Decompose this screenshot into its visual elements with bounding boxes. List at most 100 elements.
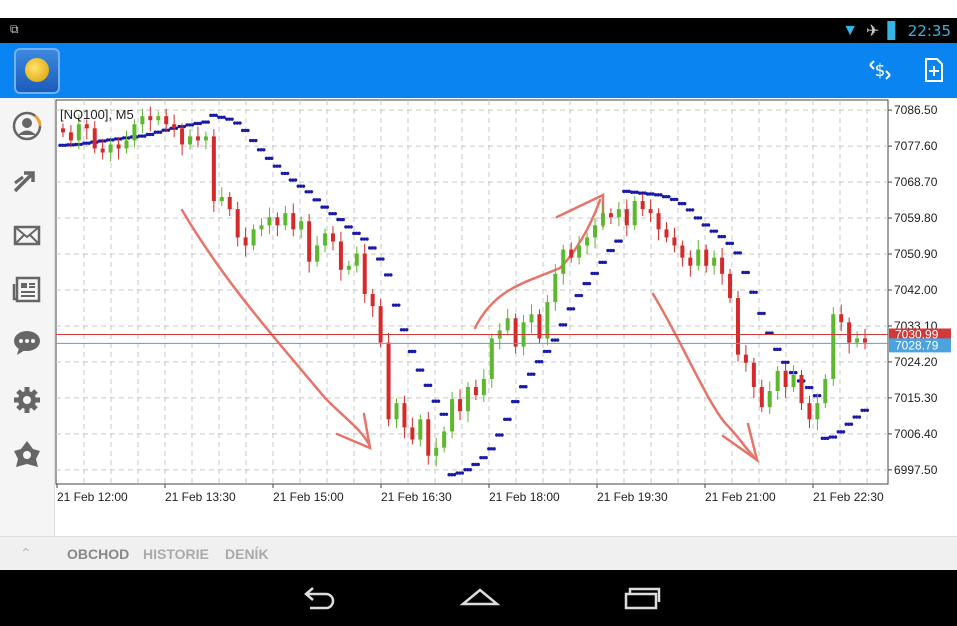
y-tick-label: 7077.60	[894, 139, 938, 153]
candle-body	[569, 249, 574, 258]
candle-body	[450, 399, 455, 432]
metatrader-logo-icon[interactable]	[14, 48, 60, 94]
candle-body	[188, 136, 193, 145]
sar-dot	[293, 178, 298, 182]
candle-body	[307, 221, 312, 262]
sar-dot	[579, 293, 584, 298]
price-axis: 7086.50 7077.60 7068.70 7059.80 7050.90 7042.…	[888, 103, 938, 477]
candle-body	[362, 253, 367, 295]
airplane-icon: ✈	[866, 23, 880, 40]
chevron-up-icon[interactable]: ⌃	[20, 545, 32, 562]
candle-body	[116, 144, 121, 149]
candle-body	[227, 197, 232, 210]
candle-body	[458, 399, 463, 412]
candle-body	[259, 225, 264, 230]
y-tick-label: 7024.20	[894, 355, 938, 369]
mail-icon[interactable]	[11, 219, 43, 251]
sar-dot	[849, 422, 854, 426]
sar-dot	[595, 271, 600, 276]
candle-body	[76, 124, 81, 141]
x-tick-label: 21 Feb 18:00	[489, 490, 560, 504]
sar-dot	[500, 433, 504, 437]
candle-body	[315, 245, 320, 262]
candle-body	[505, 318, 510, 331]
candle-body	[481, 378, 486, 396]
sar-dot	[341, 217, 345, 222]
back-icon[interactable]	[298, 582, 338, 612]
candle-body	[624, 209, 629, 226]
candle-body	[847, 322, 852, 343]
candle-body	[561, 249, 566, 274]
sar-dot	[516, 399, 520, 404]
trade-icon[interactable]	[11, 165, 43, 197]
sar-dot	[278, 164, 282, 168]
sar-dot	[238, 121, 242, 125]
sar-dot	[690, 208, 695, 212]
sar-dot	[730, 241, 735, 246]
candle-body	[775, 370, 780, 392]
sar-dot	[309, 190, 314, 194]
wifi-icon: ▼	[842, 22, 859, 39]
sar-dot	[301, 184, 306, 188]
candle-body	[751, 362, 756, 387]
candle-body	[346, 265, 351, 270]
x-tick-label: 21 Feb 16:30	[381, 490, 452, 504]
sar-dot	[818, 393, 822, 398]
candle-body	[545, 302, 550, 339]
y-tick-label: 7068.70	[894, 175, 938, 189]
chat-icon[interactable]	[11, 327, 43, 359]
price-chart[interactable]: 7086.50 7077.60 7068.70 7059.80 7050.90 7042.…	[55, 98, 957, 536]
new-order-icon[interactable]	[921, 57, 947, 83]
home-icon[interactable]	[459, 582, 501, 612]
candle-body	[180, 128, 185, 145]
settings-icon[interactable]	[11, 384, 43, 416]
tab-denik[interactable]: DENÍK	[225, 546, 269, 562]
sar-dot	[810, 385, 814, 390]
candle-body	[442, 431, 447, 448]
community-icon[interactable]	[11, 438, 43, 470]
tab-historie[interactable]: HISTORIE	[143, 546, 209, 562]
candle-body	[394, 403, 399, 420]
sar-dot	[794, 370, 798, 375]
account-icon[interactable]	[11, 110, 43, 142]
sar-dot	[738, 251, 742, 255]
candle-body	[235, 209, 240, 238]
sar-dot	[492, 447, 496, 451]
sar-dot	[349, 225, 353, 229]
sar-dot	[548, 349, 552, 354]
candle-body	[426, 419, 431, 456]
candle-body	[863, 338, 868, 343]
candle-body	[410, 427, 415, 440]
x-tick-label: 21 Feb 12:00	[57, 490, 128, 504]
x-tick-label: 21 Feb 15:00	[273, 490, 344, 504]
candle-body	[743, 354, 748, 363]
sar-dot	[857, 415, 862, 419]
tab-obchod[interactable]: OBCHOD	[67, 546, 129, 562]
candle-body	[140, 116, 145, 125]
sar-dot	[444, 412, 449, 416]
candle-body	[807, 403, 812, 420]
chart-area[interactable]: 7086.50 7077.60 7068.70 7059.80 7050.90 7042.…	[55, 98, 957, 536]
candle-body	[211, 136, 216, 202]
candle-body	[489, 338, 494, 379]
quotes-icon[interactable]: $	[867, 57, 893, 83]
news-icon[interactable]	[11, 273, 43, 305]
candle-body	[219, 197, 224, 202]
y-tick-label: 7059.80	[894, 211, 938, 225]
candle-body	[720, 257, 725, 274]
status-bar: ⧉ ▼ ✈ ▋ 22:35	[0, 18, 957, 43]
candle-body	[815, 403, 820, 420]
sar-dot	[603, 260, 607, 265]
y-tick-label: 6997.50	[894, 463, 938, 477]
candle-body	[354, 253, 359, 266]
recents-icon[interactable]	[622, 582, 662, 612]
candle-body	[434, 447, 439, 456]
candle-body	[735, 298, 740, 355]
candle-body	[855, 338, 860, 343]
sar-dot	[611, 248, 615, 253]
sar-dot	[865, 408, 870, 412]
candle-body	[402, 403, 407, 428]
y-tick-label: 7050.90	[894, 247, 938, 261]
candle-body	[831, 314, 836, 379]
sar-dot	[762, 311, 766, 316]
